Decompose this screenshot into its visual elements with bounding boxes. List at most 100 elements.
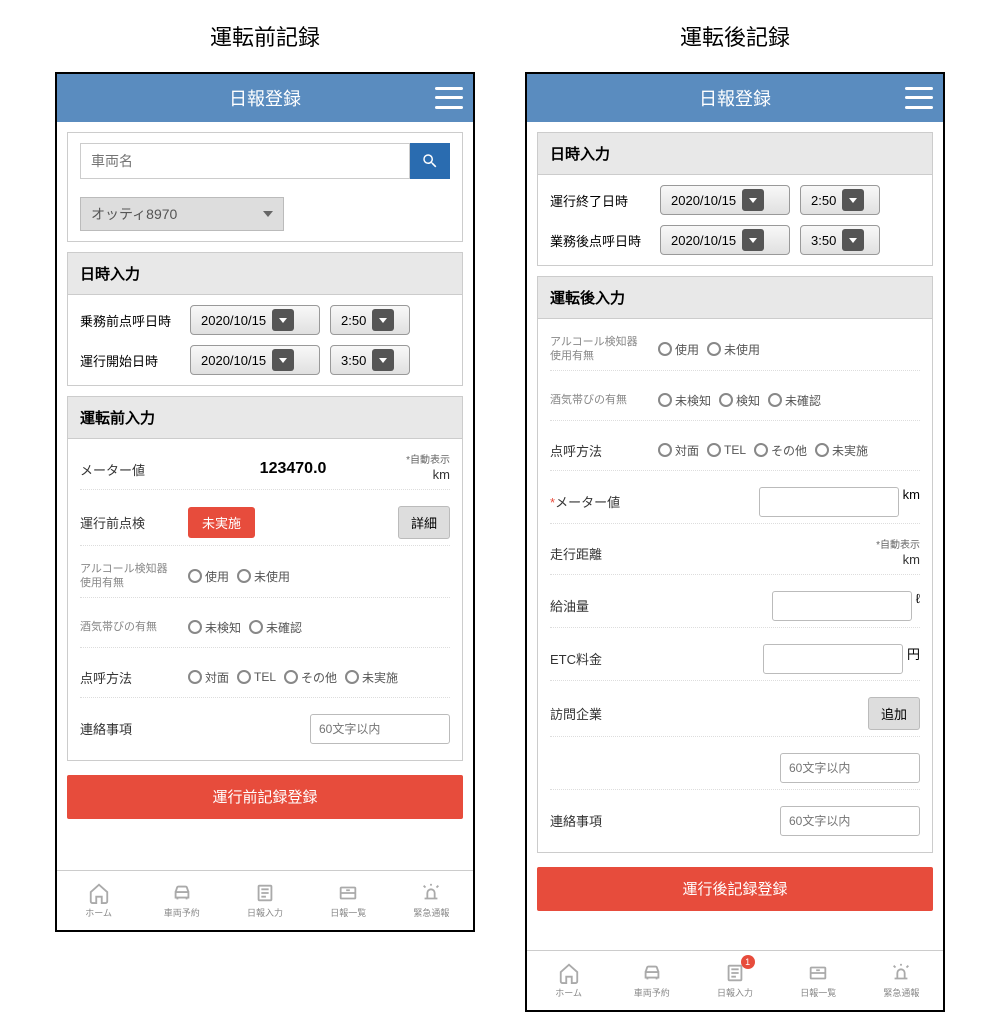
topbar-title: 日報登録 — [699, 85, 771, 111]
radio-option[interactable]: その他 — [754, 442, 807, 459]
chevron-down-icon — [263, 211, 273, 217]
pre-input-section: 運転前入力 メーター値 123470.0 *自動表示km 運行前点検 未実施 詳… — [67, 396, 463, 761]
screen-title-left: 運転前記録 — [210, 20, 320, 52]
vehicle-select[interactable]: オッティ8970 — [80, 197, 284, 231]
tab-emergency[interactable]: 緊急通報 — [390, 871, 473, 930]
detail-button[interactable]: 詳細 — [398, 506, 450, 539]
method-label: 点呼方法 — [550, 441, 650, 460]
datetime-title: 日時入力 — [538, 133, 932, 175]
menu-icon[interactable] — [435, 84, 463, 112]
time-picker[interactable]: 2:50 — [800, 185, 880, 215]
date-picker[interactable]: 2020/10/15 — [660, 185, 790, 215]
topbar: 日報登録 — [57, 74, 473, 122]
date-picker[interactable]: 2020/10/15 — [190, 305, 320, 335]
submit-button[interactable]: 運行後記録登録 — [537, 867, 933, 911]
vehicle-selected: オッティ8970 — [91, 204, 177, 224]
search-icon — [421, 152, 439, 170]
fuel-input[interactable] — [772, 591, 912, 621]
auto-note: *自動表示km — [406, 455, 450, 483]
dt-label: 業務後点呼日時 — [550, 231, 650, 250]
datetime-row: 運行終了日時 2020/10/15 2:50 — [550, 185, 920, 215]
drawer-icon — [805, 962, 831, 984]
radio-option[interactable]: 未実施 — [815, 442, 868, 459]
phone-left: 日報登録 オッティ8970 — [55, 72, 475, 932]
radio-option[interactable]: 未実施 — [345, 669, 398, 686]
radio-option[interactable]: 使用 — [658, 341, 699, 358]
meter-value: 123470.0 — [188, 460, 398, 478]
datetime-section: 日時入力 運行終了日時 2020/10/15 2:50 業務後点呼日時 2020… — [537, 132, 933, 266]
submit-button[interactable]: 運行前記録登録 — [67, 775, 463, 819]
datetime-row: 運行開始日時 2020/10/15 3:50 — [80, 345, 450, 375]
date-picker[interactable]: 2020/10/15 — [190, 345, 320, 375]
time-picker[interactable]: 2:50 — [330, 305, 410, 335]
fuel-label: 給油量 — [550, 596, 650, 615]
visit-label: 訪問企業 — [550, 704, 650, 723]
visit-input[interactable] — [780, 753, 920, 783]
tab-home[interactable]: ホーム — [527, 951, 610, 1010]
menu-icon[interactable] — [905, 84, 933, 112]
radio-option[interactable]: TEL — [237, 670, 276, 684]
tabbar: ホーム 車両予約 1日報入力 日報一覧 緊急通報 — [527, 950, 943, 1010]
tab-home[interactable]: ホーム — [57, 871, 140, 930]
radio-option[interactable]: 対面 — [658, 442, 699, 459]
contact-label: 連絡事項 — [550, 811, 650, 830]
vehicle-search-input[interactable] — [80, 143, 410, 179]
radio-option[interactable]: 未検知 — [658, 392, 711, 409]
post-input-title: 運転後入力 — [538, 277, 932, 319]
home-icon — [86, 882, 112, 904]
siren-icon — [888, 962, 914, 984]
tab-reserve[interactable]: 車両予約 — [140, 871, 223, 930]
screen-title-right: 運転後記録 — [680, 20, 790, 52]
etc-label: ETC料金 — [550, 649, 650, 668]
method-label: 点呼方法 — [80, 668, 180, 687]
car-icon — [639, 962, 665, 984]
dt-label: 運行終了日時 — [550, 191, 650, 210]
radio-option[interactable]: 検知 — [719, 392, 760, 409]
datetime-section: 日時入力 乗務前点呼日時 2020/10/15 2:50 運行開始日時 2020… — [67, 252, 463, 386]
radio-option[interactable]: 未使用 — [237, 568, 290, 585]
meter-input[interactable] — [759, 487, 899, 517]
precheck-status: 未実施 — [188, 507, 255, 538]
time-picker[interactable]: 3:50 — [800, 225, 880, 255]
radio-option[interactable]: 未確認 — [768, 392, 821, 409]
car-icon — [169, 882, 195, 904]
siren-icon — [418, 882, 444, 904]
radio-option[interactable]: 未確認 — [249, 619, 302, 636]
dt-label: 乗務前点呼日時 — [80, 311, 180, 330]
tab-emergency[interactable]: 緊急通報 — [860, 951, 943, 1010]
date-picker[interactable]: 2020/10/15 — [660, 225, 790, 255]
contact-input[interactable] — [780, 806, 920, 836]
tab-list[interactable]: 日報一覧 — [307, 871, 390, 930]
tab-input[interactable]: 1日報入力 — [693, 951, 776, 1010]
radio-option[interactable]: 使用 — [188, 568, 229, 585]
distance-label: 走行距離 — [550, 544, 650, 563]
etc-input[interactable] — [763, 644, 903, 674]
notepad-icon — [252, 882, 278, 904]
sake-label: 酒気帯びの有無 — [80, 620, 180, 634]
tabbar: ホーム 車両予約 日報入力 日報一覧 緊急通報 — [57, 870, 473, 930]
dt-label: 運行開始日時 — [80, 351, 180, 370]
radio-option[interactable]: TEL — [707, 443, 746, 457]
search-button[interactable] — [410, 143, 450, 179]
topbar-title: 日報登録 — [229, 85, 301, 111]
tab-list[interactable]: 日報一覧 — [777, 951, 860, 1010]
add-button[interactable]: 追加 — [868, 697, 920, 730]
time-picker[interactable]: 3:50 — [330, 345, 410, 375]
tab-input[interactable]: 日報入力 — [223, 871, 306, 930]
meter-label: メーター値 — [80, 460, 180, 479]
radio-option[interactable]: 未検知 — [188, 619, 241, 636]
datetime-row: 乗務前点呼日時 2020/10/15 2:50 — [80, 305, 450, 335]
tab-reserve[interactable]: 車両予約 — [610, 951, 693, 1010]
radio-option[interactable]: 未使用 — [707, 341, 760, 358]
contact-input[interactable] — [310, 714, 450, 744]
post-input-section: 運転後入力 アルコール検知器 使用有無 使用 未使用 酒気帯びの有無 未検知 検… — [537, 276, 933, 853]
phone-right: 日報登録 日時入力 運行終了日時 2020/10/15 2:50 業務後点呼日時… — [525, 72, 945, 1012]
precheck-label: 運行前点検 — [80, 513, 180, 532]
radio-option[interactable]: 対面 — [188, 669, 229, 686]
topbar: 日報登録 — [527, 74, 943, 122]
radio-option[interactable]: その他 — [284, 669, 337, 686]
datetime-row: 業務後点呼日時 2020/10/15 3:50 — [550, 225, 920, 255]
badge: 1 — [741, 955, 755, 969]
pre-input-title: 運転前入力 — [68, 397, 462, 439]
sake-label: 酒気帯びの有無 — [550, 393, 650, 407]
